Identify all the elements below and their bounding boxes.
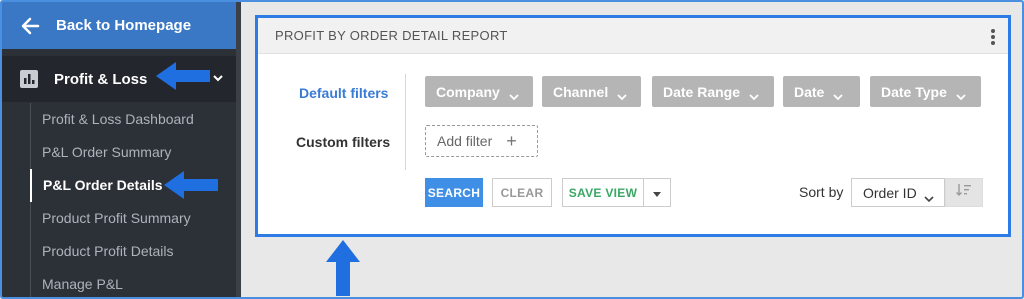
- callout-arrow-up-icon: [326, 240, 360, 296]
- chevron-down-icon: [749, 88, 759, 100]
- filter-label: Date Range: [663, 83, 741, 100]
- sidebar-item-profit-loss-dashboard[interactable]: Profit & Loss Dashboard: [31, 103, 238, 136]
- filter-date-range-dropdown[interactable]: Date Range: [652, 76, 774, 107]
- filter-channel-dropdown[interactable]: Channel: [542, 76, 641, 107]
- add-filter-label: Add filter: [437, 133, 493, 149]
- callout-arrow-left-icon: [164, 171, 218, 199]
- filter-label: Date: [794, 83, 825, 100]
- sidebar-scrollbar[interactable]: [236, 2, 241, 297]
- back-label: Back to Homepage: [56, 17, 192, 34]
- more-options-icon[interactable]: [990, 28, 996, 46]
- panel-header: PROFIT BY ORDER DETAIL REPORT: [258, 18, 1008, 54]
- filter-label: Date Type: [881, 83, 947, 100]
- sidebar-item-product-profit-details[interactable]: Product Profit Details: [31, 235, 238, 268]
- filters-divider: [405, 74, 406, 170]
- chevron-down-icon: [509, 88, 519, 100]
- sort-descending-icon: [956, 183, 972, 202]
- report-filter-panel: PROFIT BY ORDER DETAIL REPORT Default fi…: [255, 15, 1011, 237]
- sort-by-select[interactable]: Order ID: [851, 178, 945, 207]
- filter-date-type-dropdown[interactable]: Date Type: [870, 76, 981, 107]
- clear-button[interactable]: CLEAR: [492, 178, 552, 207]
- chevron-down-icon: [617, 88, 627, 100]
- filter-label: Channel: [553, 83, 609, 100]
- save-view-options-button[interactable]: [643, 178, 671, 207]
- back-to-homepage-link[interactable]: Back to Homepage: [2, 2, 238, 49]
- sort-by-value: Order ID: [863, 184, 917, 201]
- default-filters-label[interactable]: Default filters: [299, 85, 388, 101]
- profit-loss-submenu: Profit & Loss Dashboard P&L Order Summar…: [30, 103, 238, 297]
- filter-label: Company: [436, 83, 500, 100]
- sidebar: Back to Homepage Profit & Loss Profit & …: [2, 2, 238, 297]
- save-view-button[interactable]: SAVE VIEW: [562, 178, 644, 207]
- filter-company-dropdown[interactable]: Company: [425, 76, 533, 107]
- screenshot-frame: Back to Homepage Profit & Loss Profit & …: [0, 0, 1024, 299]
- custom-filters-label: Custom filters: [296, 134, 391, 150]
- bar-chart-icon: [20, 70, 38, 88]
- plus-icon: +: [506, 130, 517, 151]
- sidebar-item-pl-order-summary[interactable]: P&L Order Summary: [31, 136, 238, 169]
- arrow-left-icon: [20, 16, 40, 36]
- sidebar-item-manage-pl[interactable]: Manage P&L: [31, 268, 238, 297]
- chevron-down-icon: [833, 88, 843, 100]
- sort-direction-button[interactable]: [945, 178, 983, 207]
- chevron-down-icon: [924, 190, 934, 203]
- filter-date-dropdown[interactable]: Date: [783, 76, 860, 107]
- add-filter-button[interactable]: Add filter +: [425, 125, 538, 157]
- section-label: Profit & Loss: [54, 70, 148, 88]
- sidebar-item-product-profit-summary[interactable]: Product Profit Summary: [31, 202, 238, 235]
- chevron-down-icon: [212, 71, 224, 83]
- sort-by-label: Sort by: [799, 184, 844, 200]
- caret-down-icon: [653, 186, 661, 200]
- chevron-down-icon: [956, 88, 966, 100]
- search-button[interactable]: SEARCH: [425, 178, 483, 207]
- page-title: PROFIT BY ORDER DETAIL REPORT: [275, 28, 508, 43]
- callout-arrow-left-icon: [156, 62, 210, 90]
